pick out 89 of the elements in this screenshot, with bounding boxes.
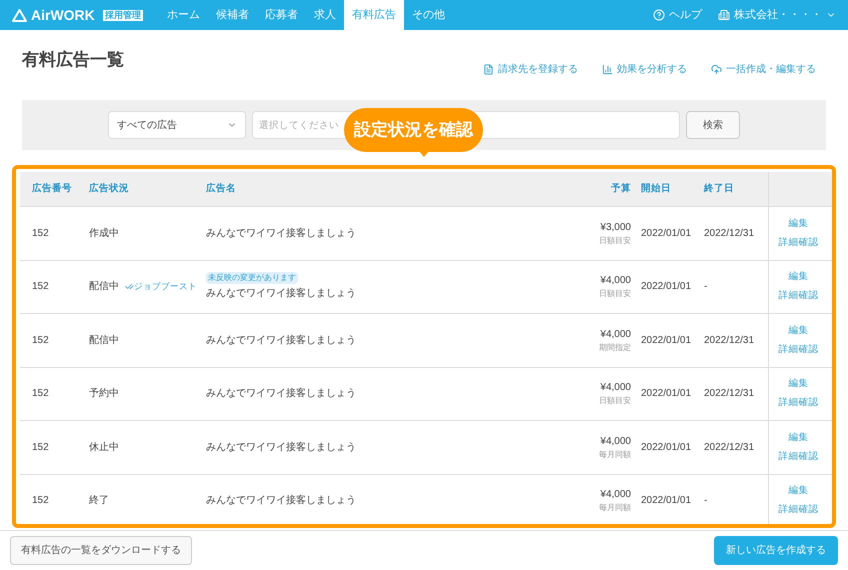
table-cell-text: 152	[31, 494, 50, 508]
download-button[interactable]: 有料広告の一覧をダウンロードする	[10, 536, 192, 565]
ad-name: みんなでワイワイ接客しましょう	[206, 286, 356, 302]
status-text: 休止中	[89, 440, 119, 455]
start-date: 2022/01/01	[640, 280, 692, 294]
column-header: 広告状況	[88, 182, 130, 196]
logo-badge: 採用管理	[102, 10, 143, 20]
start-date: 2022/01/01	[640, 494, 692, 508]
ad-name: みんなでワイワイ接客しましょう	[206, 440, 356, 455]
nav-tab[interactable]: 求人	[306, 0, 344, 30]
boost-label: ジョブブースト	[134, 280, 197, 294]
logo-icon	[12, 8, 27, 22]
column-header: 開始日	[640, 182, 672, 196]
nav-tab[interactable]: 応募者	[256, 0, 306, 30]
double-check-icon	[125, 282, 134, 292]
cloud-upload-icon	[711, 64, 722, 74]
budget-amount: ¥4,000	[600, 328, 631, 342]
budget-type: 日額目安	[599, 288, 631, 300]
budget-amount: ¥4,000	[600, 381, 631, 396]
row-action-link[interactable]: 詳細確認	[778, 503, 818, 518]
end-date: -	[703, 494, 708, 508]
nav-tab[interactable]: その他	[404, 0, 453, 30]
budget-type: 日額目安	[599, 395, 631, 408]
end-date: -	[703, 280, 708, 294]
end-date: 2022/12/31	[703, 387, 756, 402]
ad-name: みんなでワイワイ接客しましょう	[206, 494, 356, 508]
ad-name: みんなでワイワイ接客しましょう	[206, 386, 356, 402]
end-date: 2022/12/31	[703, 226, 756, 241]
budget-type: 毎月同額	[599, 502, 631, 514]
table-cell-text: 152	[31, 280, 50, 294]
budget-type: 日額目安	[599, 234, 631, 247]
table-cell-text: 152	[31, 226, 50, 241]
help-link[interactable]: ヘルプ	[669, 6, 702, 24]
create-ad-button[interactable]: 新しい広告を作成する	[714, 536, 838, 565]
logo: AirWORK	[31, 6, 95, 24]
start-date: 2022/01/01	[640, 334, 692, 348]
budget-amount: ¥4,000	[600, 488, 631, 502]
callout-tooltip: 設定状況を確認	[344, 108, 483, 152]
ad-type-select[interactable]: すべての広告	[108, 111, 246, 139]
row-action-link[interactable]: 詳細確認	[778, 450, 818, 464]
row-action-link[interactable]: 詳細確認	[778, 396, 818, 410]
bar-chart-icon	[602, 64, 613, 74]
column-header: 予算	[610, 182, 632, 196]
nav-tab[interactable]: 候補者	[208, 0, 257, 30]
search-button[interactable]: 検索	[686, 111, 740, 139]
column-header: 広告名	[205, 182, 237, 196]
ad-name: みんなでワイワイ接客しましょう	[206, 334, 356, 348]
nav-tab[interactable]: ホーム	[158, 0, 208, 30]
table-cell-text: 152	[31, 334, 50, 348]
status-text: 予約中	[89, 386, 119, 402]
action-link[interactable]: 請求先を登録する	[498, 62, 578, 76]
row-action-link[interactable]: 詳細確認	[778, 289, 818, 304]
status-text: 終了	[89, 494, 109, 508]
row-action-link[interactable]: 編集	[788, 484, 808, 498]
row-action-link[interactable]: 編集	[788, 430, 808, 445]
budget-amount: ¥3,000	[600, 220, 631, 235]
column-header: 広告番号	[31, 182, 73, 196]
action-link[interactable]: 効果を分析する	[617, 62, 687, 76]
ad-name: みんなでワイワイ接客しましょう	[206, 226, 356, 241]
row-action-link[interactable]: 編集	[788, 216, 808, 231]
budget-amount: ¥4,000	[600, 274, 631, 288]
status-text: 配信中	[89, 280, 119, 294]
building-icon	[718, 9, 730, 21]
end-date: 2022/12/31	[703, 440, 756, 455]
action-link[interactable]: 一括作成・編集する	[726, 62, 816, 76]
start-date: 2022/01/01	[640, 387, 692, 402]
start-date: 2022/01/01	[640, 226, 692, 241]
budget-type: 毎月同額	[599, 448, 631, 461]
budget-amount: ¥4,000	[600, 434, 631, 449]
nav-tab[interactable]: 有料広告	[344, 0, 404, 30]
table-cell-text: 152	[31, 440, 50, 455]
row-action-link[interactable]: 編集	[788, 270, 808, 284]
account-menu[interactable]: 株式会社・・・・	[734, 6, 822, 24]
start-date: 2022/01/01	[640, 440, 692, 455]
status-text: 作成中	[89, 226, 119, 241]
notice-badge: 未反映の変更があります	[206, 272, 298, 284]
page-title: 有料広告一覧	[22, 49, 124, 72]
status-text: 配信中	[89, 334, 119, 348]
document-icon	[483, 64, 494, 74]
end-date: 2022/12/31	[703, 334, 756, 348]
table-cell-text: 152	[31, 387, 50, 402]
row-action-link[interactable]: 詳細確認	[778, 236, 818, 250]
help-icon	[653, 9, 665, 21]
budget-type: 期間指定	[599, 342, 631, 354]
column-header: 終了日	[702, 182, 735, 196]
row-action-link[interactable]: 詳細確認	[778, 342, 818, 357]
row-action-link[interactable]: 編集	[788, 377, 808, 392]
row-action-link[interactable]: 編集	[788, 324, 808, 338]
callout-pointer-icon	[419, 151, 429, 157]
